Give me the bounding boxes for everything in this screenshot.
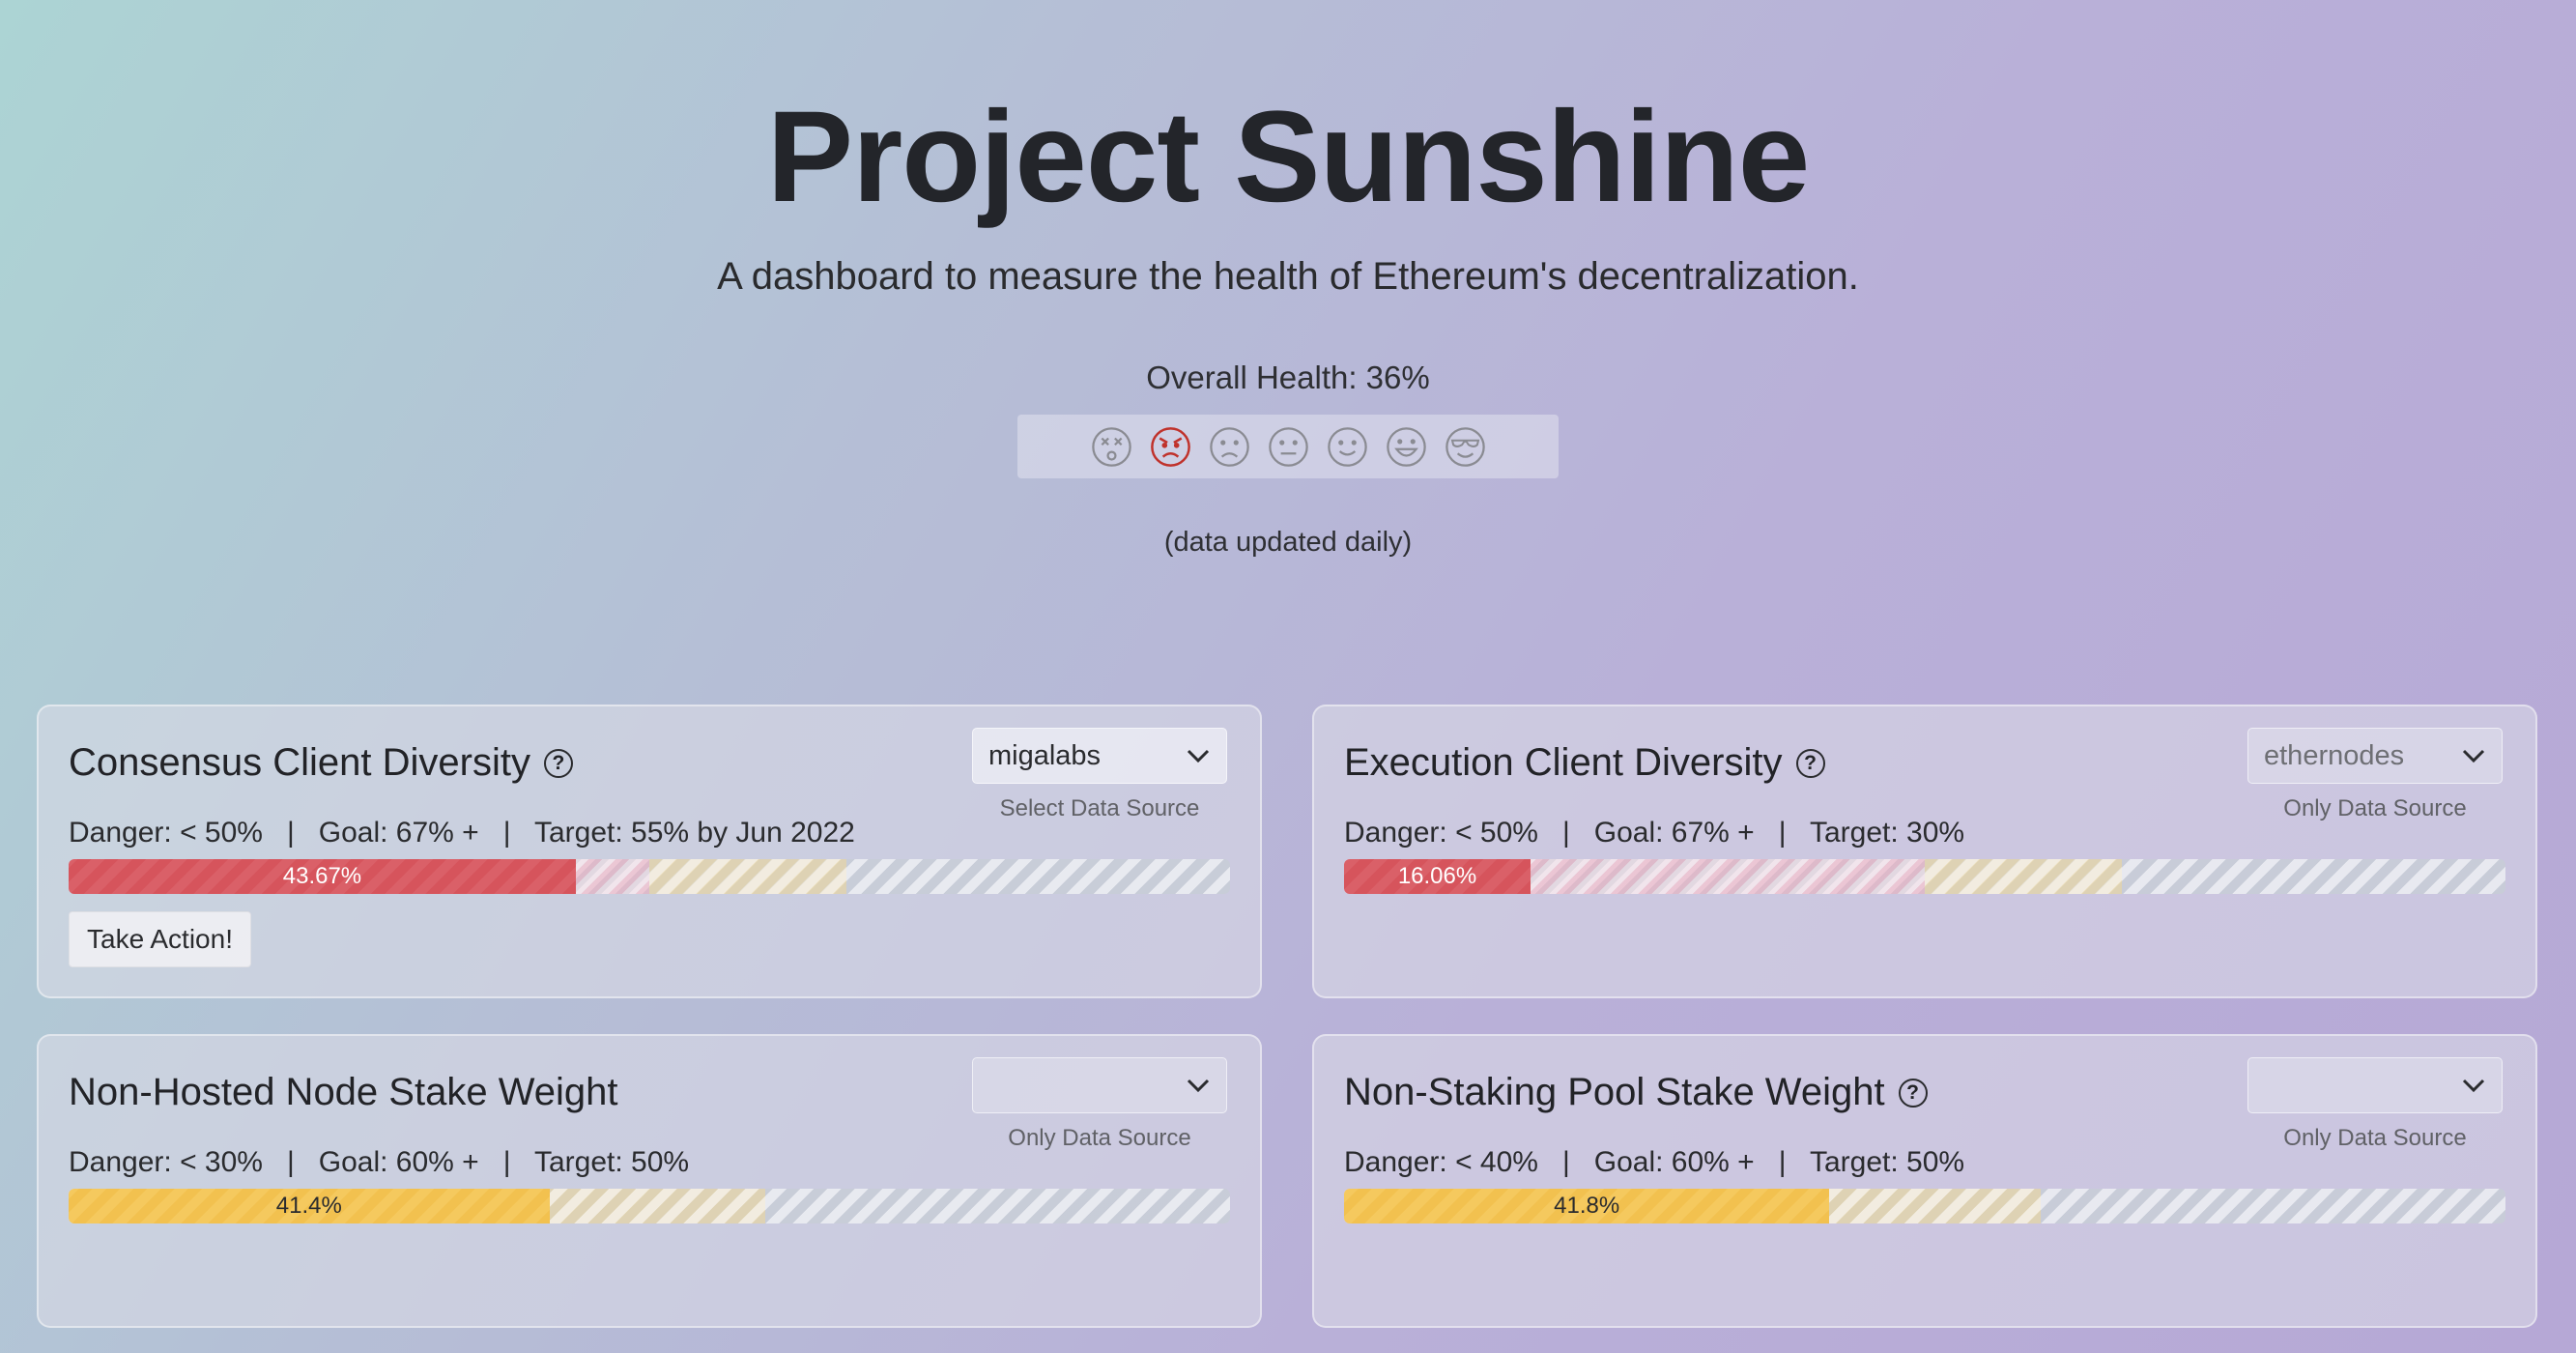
health-face-scale <box>1017 415 1559 478</box>
metric-thresholds: Danger: < 50% | Goal: 67% + | Target: 30… <box>1344 817 1965 849</box>
data-source-caption: Only Data Source <box>2283 1125 2467 1151</box>
card-title-wrap: Non-Hosted Node Stake Weight <box>69 1071 617 1114</box>
angry-face-icon <box>1150 426 1190 467</box>
warning-zone <box>1925 859 2123 894</box>
chevron-down-icon <box>2462 749 2485 763</box>
data-source-select[interactable] <box>972 1057 1227 1113</box>
sad-face-icon <box>1209 426 1249 467</box>
card-title-wrap: Execution Client Diversity ? <box>1344 741 1825 785</box>
data-source-select[interactable]: migalabs <box>972 728 1227 784</box>
help-icon[interactable]: ? <box>1898 1078 1928 1108</box>
chevron-down-icon <box>1187 1079 1210 1093</box>
data-source-value: ethernodes <box>2264 739 2405 771</box>
progress-label: 43.67% <box>282 863 362 889</box>
card-title: Non-Hosted Node Stake Weight <box>69 1071 618 1113</box>
progress-label: 41.4% <box>275 1193 342 1219</box>
page-subtitle: A dashboard to measure the health of Eth… <box>717 255 1859 298</box>
data-source-caption: Only Data Source <box>2283 795 2467 821</box>
metric-thresholds: Danger: < 50% | Goal: 67% + | Target: 55… <box>69 817 855 849</box>
warning-zone <box>649 859 847 894</box>
progress-fill: 43.67% <box>69 859 576 894</box>
progress-fill: 16.06% <box>1344 859 1531 894</box>
progress-label: 16.06% <box>1397 863 1477 889</box>
warning-zone <box>1808 1189 2042 1223</box>
sunglasses-face-icon <box>1445 426 1485 467</box>
help-icon[interactable]: ? <box>1795 748 1825 778</box>
progress-bar: 41.4% <box>69 1189 1230 1223</box>
data-source-caption: Select Data Source <box>999 795 1200 821</box>
data-source-value: migalabs <box>988 739 1102 771</box>
neutral-face-icon <box>1268 426 1308 467</box>
data-source-caption: Only Data Source <box>1008 1125 1191 1151</box>
progress-bar: 16.06% <box>1344 859 2505 894</box>
chevron-down-icon <box>1187 749 1210 763</box>
chevron-down-icon <box>2462 1079 2485 1093</box>
help-icon[interactable]: ? <box>543 748 573 778</box>
progress-bar: 43.67% <box>69 859 1230 894</box>
card-title-wrap: Non-Staking Pool Stake Weight ? <box>1344 1071 1928 1114</box>
non-staking-pool-stake-weight-card: Non-Staking Pool Stake Weight ? Only Dat… <box>1312 1034 2537 1328</box>
card-title: Non-Staking Pool Stake Weight <box>1344 1071 1885 1113</box>
progress-label: 41.8% <box>1554 1193 1620 1219</box>
page-title: Project Sunshine <box>766 85 1811 229</box>
card-title: Consensus Client Diversity <box>69 741 530 784</box>
card-title-wrap: Consensus Client Diversity ? <box>69 741 573 785</box>
take-action-button[interactable]: Take Action! <box>69 911 251 967</box>
card-title: Execution Client Diversity <box>1344 741 1783 784</box>
data-updated-note: (data updated daily) <box>1163 527 1413 558</box>
smile-face-icon <box>1327 426 1367 467</box>
consensus-client-diversity-card: Consensus Client Diversity ? migalabs Se… <box>37 705 1262 998</box>
grin-face-icon <box>1386 426 1426 467</box>
progress-fill: 41.8% <box>1344 1189 1830 1223</box>
dizzy-face-icon <box>1091 426 1131 467</box>
metric-thresholds: Danger: < 30% | Goal: 60% + | Target: 50… <box>69 1146 690 1178</box>
execution-client-diversity-card: Execution Client Diversity ? ethernodes … <box>1312 705 2537 998</box>
metric-thresholds: Danger: < 40% | Goal: 60% + | Target: 50… <box>1344 1146 1965 1178</box>
overall-health-label: Overall Health: 36% <box>1146 360 1430 395</box>
progress-bar: 41.8% <box>1344 1189 2505 1223</box>
non-hosted-node-stake-weight-card: Non-Hosted Node Stake Weight Only Data S… <box>37 1034 1262 1328</box>
data-source-select[interactable] <box>2247 1057 2503 1113</box>
progress-fill: 41.4% <box>69 1189 550 1223</box>
data-source-select[interactable]: ethernodes <box>2247 728 2503 784</box>
